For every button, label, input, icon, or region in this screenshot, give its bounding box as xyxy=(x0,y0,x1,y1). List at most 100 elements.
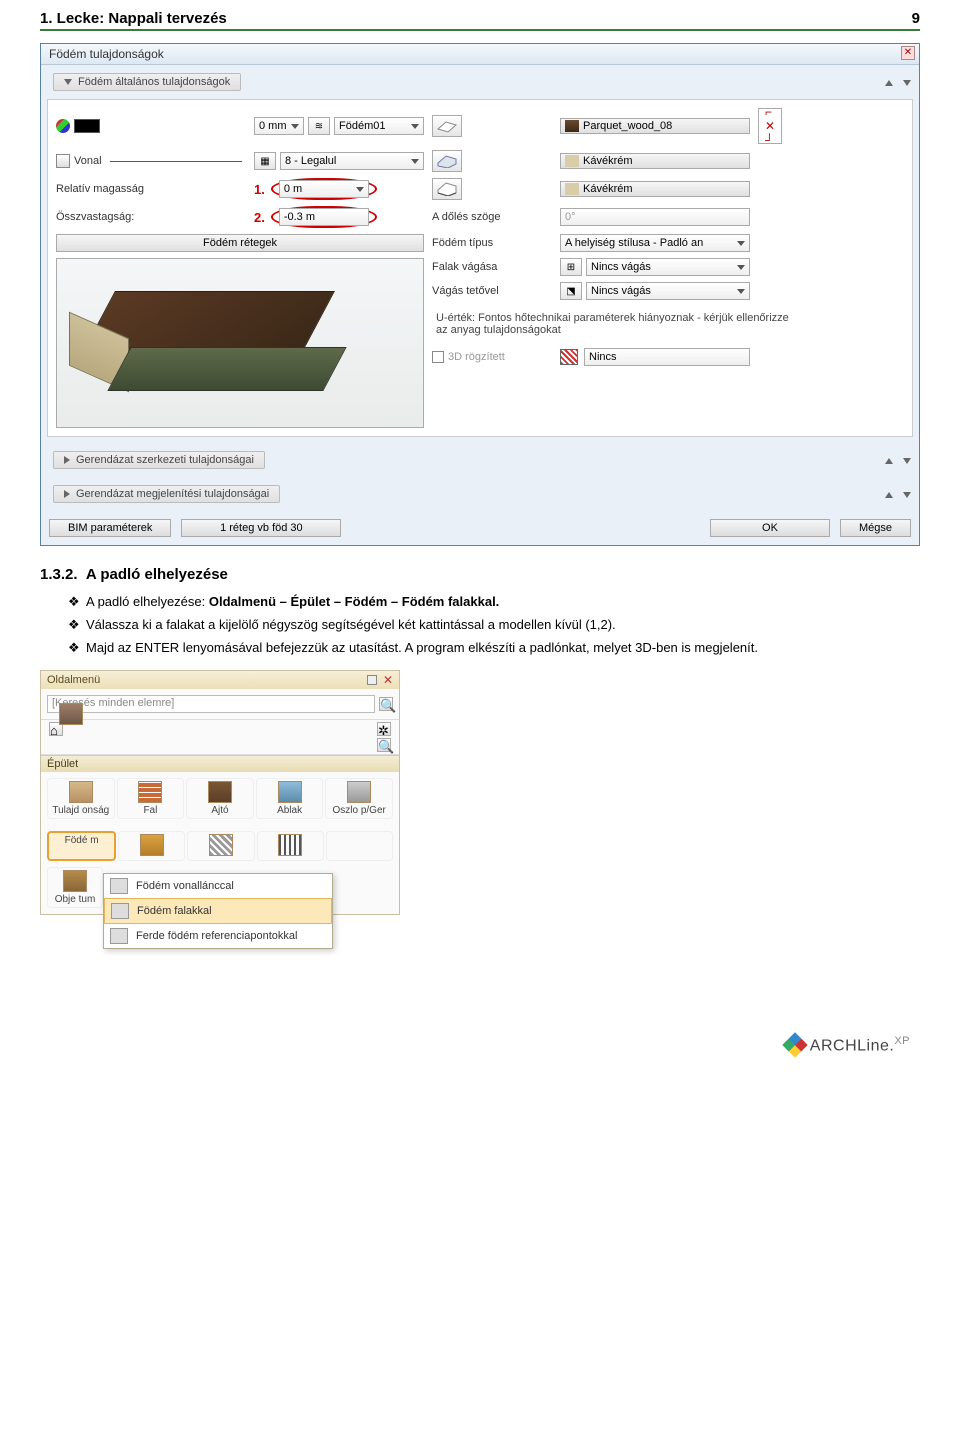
ribbon-properties[interactable]: Tulajd onság xyxy=(47,778,115,819)
ribbon-window[interactable]: Ablak xyxy=(256,778,324,819)
cut-walls-label: Falak vágása xyxy=(432,261,552,273)
bottom-surface-icon[interactable] xyxy=(432,178,462,200)
u-value-note: U-érték: Fontos hőtechnikai paraméterek … xyxy=(432,306,798,342)
search-icon[interactable]: 🔍 xyxy=(379,697,393,711)
side-surface-icon[interactable] xyxy=(432,150,462,172)
annotation-circle-1: 0 m xyxy=(271,178,377,200)
category-building[interactable]: Épület xyxy=(41,755,399,772)
slab-name-dropdown[interactable]: Födém01 xyxy=(334,117,424,135)
preset-button[interactable]: 1 réteg vb föd 30 xyxy=(181,519,341,537)
material-top-button[interactable]: Parquet_wood_08 xyxy=(560,118,750,134)
scroll-down-icon[interactable] xyxy=(903,80,911,86)
layer-select-icon[interactable]: ▦ xyxy=(254,152,276,170)
annotation-1: 1. xyxy=(254,182,265,197)
ribbon-blank xyxy=(326,831,393,861)
section-display-tab[interactable]: Gerendázat megjelenítési tulajdonságai xyxy=(53,485,280,503)
search-input[interactable]: [Keresés minden elemre] xyxy=(47,695,375,713)
dialog-title-text: Födém tulajdonságok xyxy=(49,47,164,61)
submenu-polyline[interactable]: Födém vonallánccal xyxy=(104,874,332,898)
scroll-down-icon[interactable] xyxy=(903,458,911,464)
scroll-down-icon[interactable] xyxy=(903,492,911,498)
scroll-up-icon[interactable] xyxy=(885,492,893,498)
panel-title-text: Oldalmenü xyxy=(47,674,100,686)
tilt-angle-value: 0° xyxy=(565,211,576,223)
ribbon-door[interactable]: Ajtó xyxy=(186,778,254,819)
cut-walls-icon[interactable]: ⊞ xyxy=(560,258,582,276)
ribbon-stair[interactable] xyxy=(187,831,254,861)
lesson-title: 1. Lecke: Nappali tervezés xyxy=(40,10,227,27)
section-display-label: Gerendázat megjelenítési tulajdonságai xyxy=(76,488,269,500)
color-swatch[interactable] xyxy=(74,119,100,133)
ribbon-slab[interactable]: Födé m xyxy=(47,831,116,861)
section-general-label: Födém általános tulajdonságok xyxy=(78,76,230,88)
bim-params-button[interactable]: BIM paraméterek xyxy=(49,519,171,537)
slab-layers-button[interactable]: Födém rétegek xyxy=(56,234,424,252)
side-panel: Oldalmenü ✕ [Keresés minden elemre] 🔍 ⌂ … xyxy=(40,670,400,915)
hatch-dropdown[interactable]: Nincs xyxy=(584,348,750,366)
slab-type-value: A helyiség stílusa - Padló an xyxy=(565,237,703,249)
scroll-up-icon[interactable] xyxy=(885,80,893,86)
search-small-icon[interactable]: 🔍 xyxy=(377,738,391,752)
relative-height-value: 0 m xyxy=(284,183,302,195)
polyline-icon xyxy=(110,878,128,894)
gear-icon[interactable]: ✲ xyxy=(377,722,391,736)
close-icon[interactable]: ✕ xyxy=(901,46,915,60)
layer-icon[interactable]: ≋ xyxy=(308,117,330,135)
pen-color-icon[interactable] xyxy=(56,119,70,133)
ribbon-wall[interactable]: Fal xyxy=(117,778,185,819)
line-thickness-dropdown[interactable]: 0 mm xyxy=(254,117,304,135)
cancel-button[interactable]: Mégse xyxy=(840,519,911,537)
submenu-by-walls[interactable]: Födém falakkal xyxy=(104,898,332,924)
tilt-angle-label: A dőlés szöge xyxy=(432,211,552,223)
dialog-titlebar[interactable]: Födém tulajdonságok ✕ xyxy=(41,44,919,65)
chevron-right-icon xyxy=(64,490,70,498)
chevron-down-icon xyxy=(64,79,72,85)
cut-roof-dropdown[interactable]: Nincs vágás xyxy=(586,282,750,300)
slab-properties-dialog: Födém tulajdonságok ✕ Födém általános tu… xyxy=(40,43,920,546)
tilt-angle-field: 0° xyxy=(560,208,750,226)
list-item: Válassza ki a falakat a kijelölő négyszö… xyxy=(68,614,920,637)
sloped-icon xyxy=(110,928,128,944)
hatch-icon[interactable] xyxy=(560,349,578,365)
top-surface-icon[interactable] xyxy=(432,115,462,137)
relative-height-dropdown[interactable]: 0 m xyxy=(279,180,369,198)
ribbon-object[interactable]: Obje tum xyxy=(47,867,103,908)
corner-lock-icon[interactable]: ⌐✕┘ xyxy=(758,108,782,144)
submenu-sloped[interactable]: Ferde födém referenciapontokkal xyxy=(104,924,332,948)
scroll-up-icon[interactable] xyxy=(885,458,893,464)
material-swatch-icon xyxy=(565,120,579,132)
cut-roof-icon[interactable]: ⬔ xyxy=(560,282,582,300)
slab-type-dropdown[interactable]: A helyiség stílusa - Padló an xyxy=(560,234,750,252)
material-top-label: Parquet_wood_08 xyxy=(583,120,672,132)
relative-height-label: Relatív magasság xyxy=(56,183,246,195)
fixed-3d-label: 3D rögzített xyxy=(448,351,505,363)
brand-logo: ARCHLine.XP xyxy=(40,1035,920,1055)
material-side-button[interactable]: Kávékrém xyxy=(560,153,750,169)
header-rule xyxy=(40,29,920,31)
ribbon-railing[interactable] xyxy=(257,831,324,861)
close-icon[interactable]: ✕ xyxy=(383,673,393,687)
cut-roof-value: Nincs vágás xyxy=(591,285,651,297)
layer-value: 8 - Legalul xyxy=(285,155,336,167)
cut-walls-dropdown[interactable]: Nincs vágás xyxy=(586,258,750,276)
section-struct-tab[interactable]: Gerendázat szerkezeti tulajdonságai xyxy=(53,451,265,469)
annotation-circle-2: -0.3 m xyxy=(271,206,377,228)
pin-icon[interactable] xyxy=(367,675,377,685)
slab-submenu: Födém vonallánccal Födém falakkal Ferde … xyxy=(103,873,333,949)
pen-line-icon[interactable] xyxy=(56,154,70,168)
material-bottom-button[interactable]: Kávékrém xyxy=(560,181,750,197)
material-side-label: Kávékrém xyxy=(583,155,633,167)
hatch-value: Nincs xyxy=(589,351,617,363)
total-thickness-field[interactable]: -0.3 m xyxy=(279,208,369,226)
section-general-tab[interactable]: Födém általános tulajdonságok xyxy=(53,73,241,91)
ok-button[interactable]: OK xyxy=(710,519,830,537)
by-walls-icon xyxy=(111,903,129,919)
layer-dropdown[interactable]: 8 - Legalul xyxy=(280,152,424,170)
chevron-right-icon xyxy=(64,456,70,464)
ribbon-roof[interactable] xyxy=(118,831,185,861)
panel-titlebar[interactable]: Oldalmenü ✕ xyxy=(41,671,399,689)
section-struct-label: Gerendázat szerkezeti tulajdonságai xyxy=(76,454,254,466)
ribbon-column[interactable]: Oszlo p/Ger xyxy=(325,778,393,819)
ribbon-row-1: Tulajd onság Fal Ajtó Ablak Oszlo p/Ger xyxy=(41,772,399,825)
fixed-3d-checkbox[interactable] xyxy=(432,351,444,363)
